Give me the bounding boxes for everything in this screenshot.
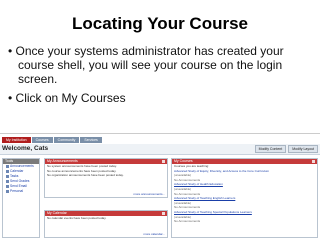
calendar-header: My Calendar (45, 211, 167, 216)
slide-bullets: • Once your systems administrator has cr… (8, 44, 314, 105)
bullet-1: • Once your systems administrator has cr… (8, 44, 284, 86)
announcements-module: My Announcements No system announcements… (44, 158, 168, 198)
modify-layout-button[interactable]: Modify Layout (288, 145, 318, 153)
personal-icon (6, 190, 9, 193)
calendar-module: My Calendar No calendar events have been… (44, 210, 168, 238)
calendar-icon (6, 170, 9, 173)
bullet-2-text: Click on My Courses (15, 91, 126, 105)
tool-personal[interactable]: Personal (3, 189, 39, 194)
welcome-text: Welcome, Cats (2, 145, 49, 152)
module-menu-icon[interactable] (162, 212, 165, 215)
tools-panel: Tools Announcements Calendar Tasks Send … (2, 158, 40, 238)
blackboard-screenshot: My Institution Courses Community Service… (0, 133, 320, 240)
email-icon (6, 185, 9, 188)
slide-title: Locating Your Course (71, 14, 248, 33)
tab-services[interactable]: Services (80, 137, 102, 143)
announcement-line: No organization announcements have been … (47, 173, 124, 178)
announcements-header: My Announcements (45, 159, 167, 164)
more-announcements-link[interactable]: more announcements... (133, 192, 165, 196)
tab-courses[interactable]: Courses (31, 137, 53, 143)
welcome-bar: Welcome, Cats Modify Content Modify Layo… (0, 144, 320, 155)
announcements-icon (6, 165, 9, 168)
tasks-icon (6, 175, 9, 178)
module-menu-icon[interactable] (162, 160, 165, 163)
module-menu-icon[interactable] (312, 160, 315, 163)
calendar-line: No calendar events have been posted toda… (47, 216, 107, 220)
modify-content-button[interactable]: Modify Content (254, 145, 287, 153)
bullet-1-text: Once your systems administrator has crea… (15, 44, 284, 86)
course-note: No Announcements (174, 219, 201, 224)
bullet-2: • Click on My Courses (8, 91, 126, 105)
grades-icon (6, 180, 9, 183)
layout-buttons: Modify Content Modify Layout (254, 145, 318, 153)
tab-community[interactable]: Community (53, 137, 80, 143)
tab-my-institution[interactable]: My Institution (2, 137, 31, 143)
courses-header: My Courses (172, 159, 317, 164)
top-nav: My Institution Courses Community Service… (0, 134, 320, 143)
courses-module: My Courses Courses you are teaching: Adv… (171, 158, 318, 238)
more-calendar-link[interactable]: more calendar... (143, 232, 165, 236)
